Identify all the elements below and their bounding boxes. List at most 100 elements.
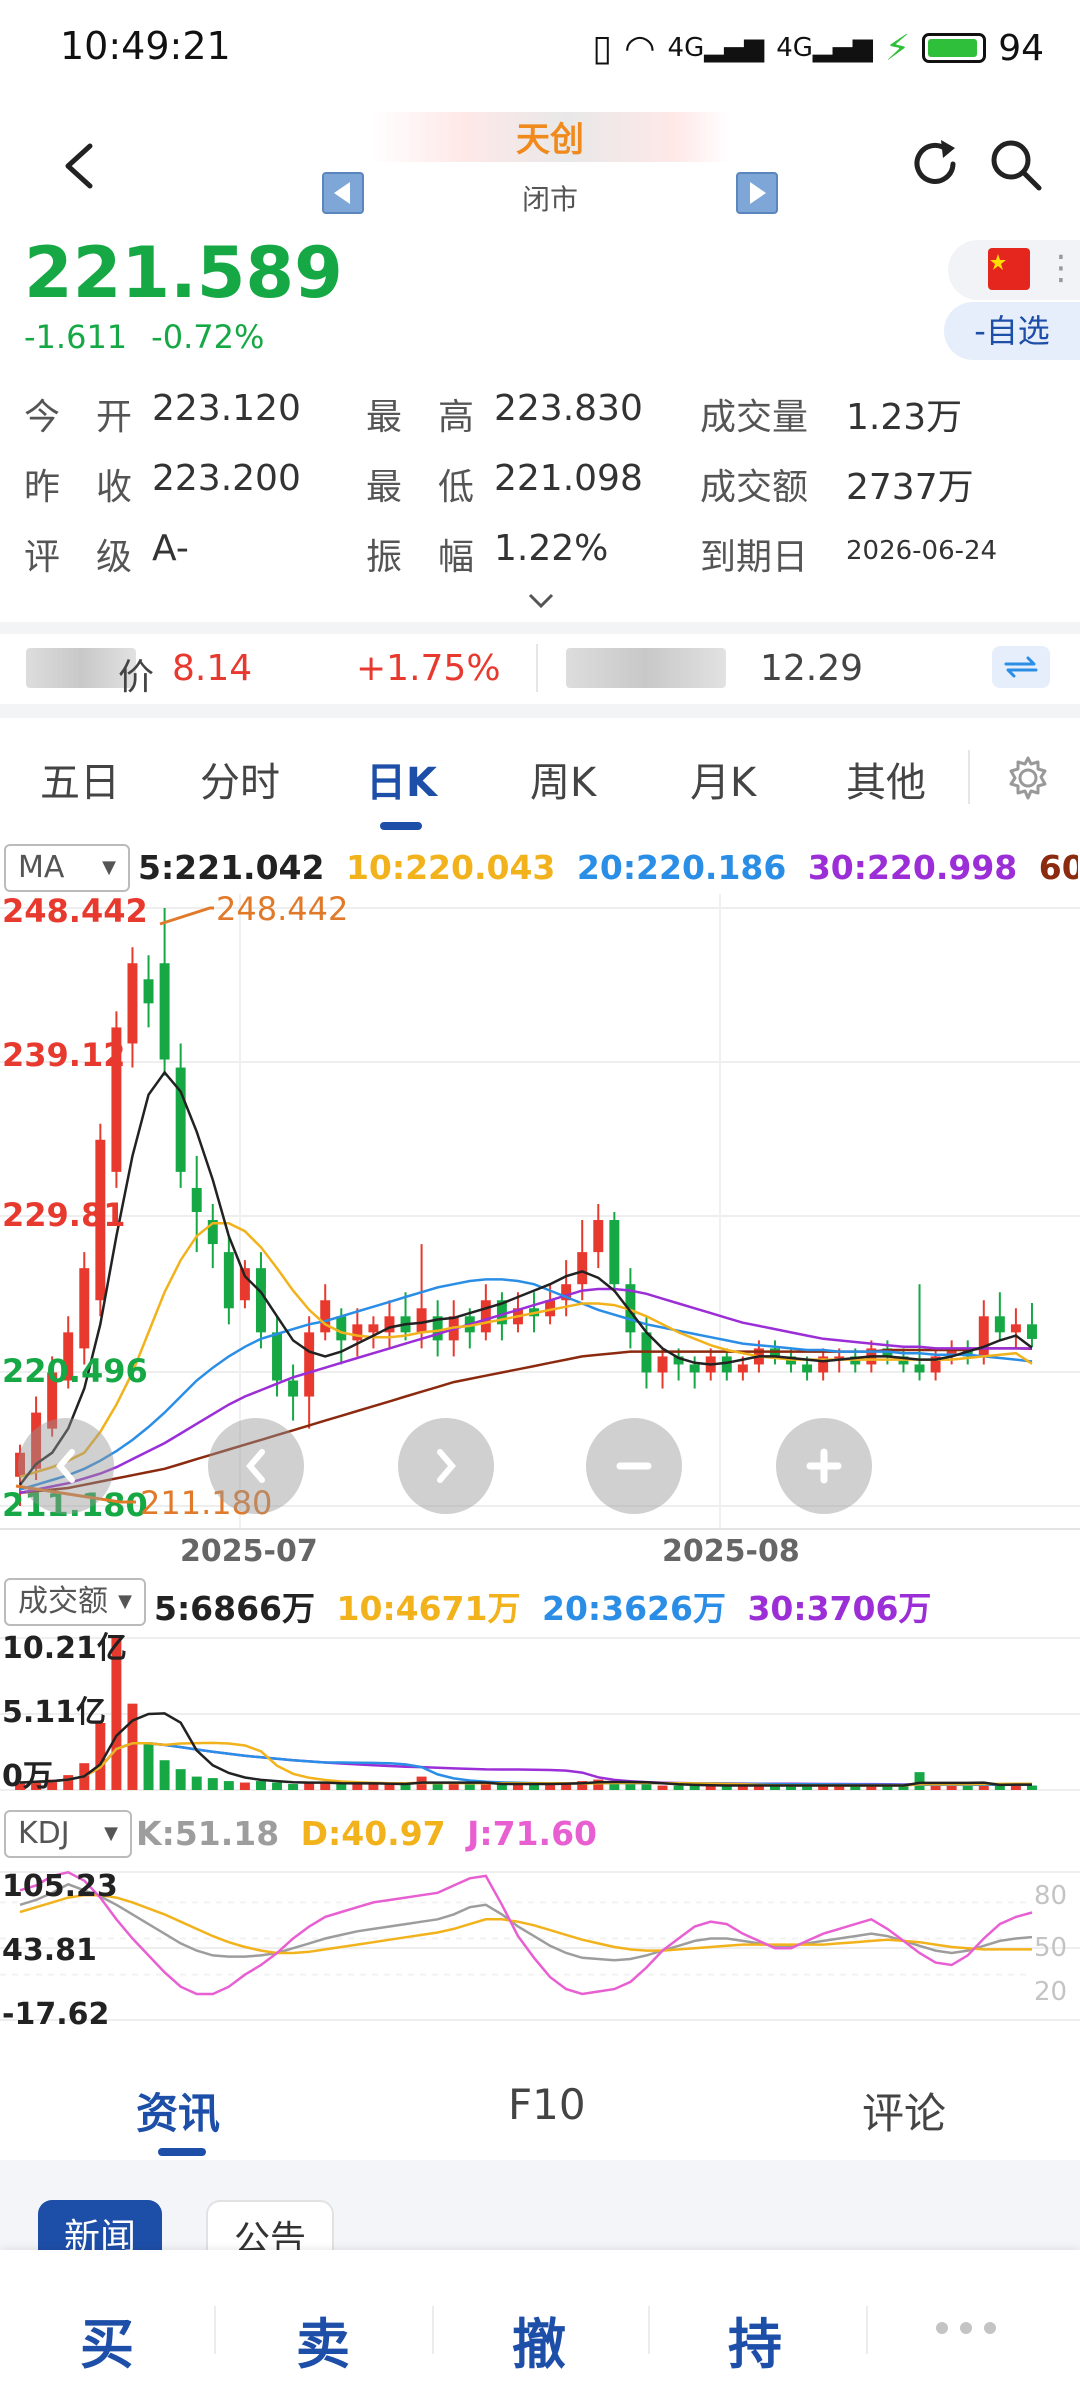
candle-body	[480, 1300, 491, 1333]
kdj-chart[interactable]: 105.23 43.81 -17.62 80 50 20	[0, 1860, 1080, 2036]
candle-body	[978, 1316, 989, 1357]
minus-icon	[616, 1462, 652, 1470]
kdj-ref-label: 80	[1034, 1881, 1067, 1911]
vol-ma10-legend: 10:4671万	[336, 1589, 521, 1628]
candle-body	[689, 1364, 700, 1373]
candle-body	[255, 1268, 266, 1333]
zoom-in-button[interactable]	[776, 1418, 872, 1514]
sell-button[interactable]: 卖	[296, 2300, 350, 2379]
stat-value: 1.23万	[846, 397, 963, 438]
cancel-order-button[interactable]: 撤	[512, 2300, 566, 2379]
scroll-left-button[interactable]	[18, 1418, 114, 1514]
price-axis-label: 239.12	[2, 1036, 125, 1074]
ma30-legend: 30:220.998	[807, 848, 1018, 887]
buy-button[interactable]: 买	[80, 2300, 134, 2379]
tab-other[interactable]: 其他	[846, 750, 926, 808]
price-change: -1.611 -0.72%	[24, 318, 264, 356]
tab-news-info[interactable]: 资讯	[136, 2080, 220, 2141]
tab-daily-k[interactable]: 日K	[366, 750, 437, 808]
date-tick: 2025-07	[180, 1534, 318, 1569]
more-vertical-icon[interactable]: ⋮	[1044, 248, 1078, 288]
stats-row: 昨 收 223.200 最 低 221.098 成交额 2737万	[24, 458, 1064, 528]
remove-favorite-button[interactable]: -自选	[944, 302, 1080, 360]
vol-ma5-legend: 5:6866万	[154, 1589, 316, 1628]
last-price: 221.589	[24, 232, 343, 314]
status-time: 10:49:21	[60, 24, 231, 68]
pan-right-button[interactable]	[398, 1418, 494, 1514]
switch-ticker-button[interactable]	[992, 646, 1050, 688]
divider	[0, 704, 1080, 718]
volume-bar	[63, 1775, 74, 1790]
tab-f10[interactable]: F10	[508, 2080, 586, 2129]
gear-icon[interactable]	[1000, 750, 1056, 806]
candle-body	[223, 1252, 234, 1309]
candle-body	[1026, 1324, 1037, 1339]
stats-row: 今 开 223.120 最 高 223.830 成交量 1.23万	[24, 388, 1064, 458]
ticker-sep	[536, 644, 538, 692]
more-actions-icon[interactable]	[936, 2322, 996, 2334]
volume-bar	[239, 1782, 250, 1790]
volume-bar	[288, 1784, 299, 1790]
kdj-j-line	[19, 1870, 1033, 1996]
next-stock-button[interactable]	[736, 172, 778, 214]
kdj-d-legend: D:40.97	[300, 1814, 446, 1853]
stat-value: 221.098	[494, 458, 643, 499]
kdj-select-label: KDJ	[18, 1816, 70, 1851]
volume-indicator-select[interactable]: 成交额 ▼	[4, 1578, 146, 1626]
ma60-line	[19, 1347, 1033, 1495]
volume-axis-label: 10.21亿	[2, 1631, 127, 1666]
tab-weekly-k[interactable]: 周K	[530, 750, 596, 808]
vibrate-icon: ▯	[592, 27, 613, 69]
volume-bar	[159, 1760, 170, 1790]
stat-value: 1.22%	[494, 528, 609, 569]
stat-value: 2026-06-24	[846, 536, 998, 566]
battery-percent: 94	[998, 27, 1044, 69]
candle-body	[1010, 1324, 1021, 1333]
volume-chart[interactable]: 10.21亿 5.11亿 0万	[0, 1628, 1080, 1800]
kdj-ref-label: 20	[1034, 1977, 1067, 2007]
refresh-icon[interactable]	[905, 134, 965, 194]
ticker-right-value: 12.29	[760, 648, 864, 689]
candlestick-chart[interactable]: 248.442 239.12 229.81 220.496 211.180 24…	[0, 894, 1080, 1534]
volume-bar	[255, 1781, 266, 1790]
change-value: -1.611	[24, 318, 128, 356]
tab-comments[interactable]: 评论	[862, 2080, 946, 2141]
volume-bar	[962, 1785, 973, 1790]
plus-icon	[806, 1448, 842, 1484]
tab-five-day[interactable]: 五日	[40, 750, 120, 808]
ma5-legend: 5:221.042	[138, 848, 325, 887]
prev-stock-button[interactable]	[322, 172, 364, 214]
tab-intraday[interactable]: 分时	[200, 750, 280, 808]
stat-value: 223.120	[152, 388, 301, 429]
ma-select-label: MA	[18, 850, 65, 885]
volume-bar	[352, 1784, 363, 1790]
volume-bar	[432, 1784, 443, 1790]
stat-label: 成交额	[700, 467, 809, 508]
expand-chevron-icon[interactable]	[526, 590, 556, 612]
kdj-indicator-select[interactable]: KDJ ▼	[4, 1810, 132, 1858]
candle-body	[159, 963, 170, 1060]
change-percent: -0.72%	[151, 318, 265, 356]
back-icon[interactable]	[50, 136, 110, 196]
volume-bar	[223, 1781, 234, 1790]
swap-icon	[1004, 656, 1038, 678]
zoom-out-button[interactable]	[586, 1418, 682, 1514]
volume-bar	[930, 1785, 941, 1790]
tab-monthly-k[interactable]: 月K	[690, 750, 756, 808]
kdj-j-legend: J:71.60	[467, 1814, 597, 1853]
holdings-button[interactable]: 持	[728, 2300, 782, 2379]
volume-bar	[673, 1785, 684, 1790]
volume-bar	[641, 1784, 652, 1790]
vol-ma30-legend: 30:3706万	[747, 1589, 932, 1628]
ma-indicator-select[interactable]: MA ▼	[4, 844, 130, 892]
market-status: 闭市	[521, 183, 578, 216]
search-icon[interactable]	[985, 134, 1047, 196]
volume-axis-label: 5.11亿	[2, 1695, 106, 1730]
price-axis-label: 220.496	[2, 1352, 148, 1390]
stock-name: 天创	[370, 112, 730, 162]
stat-value: 223.830	[494, 388, 643, 429]
pan-left-button[interactable]	[208, 1418, 304, 1514]
ma30-line	[19, 1287, 1032, 1495]
battery-fill	[928, 39, 978, 57]
status-bar: 10:49:21 ▯ ◠ 4G▂▄▆ 4G▂▄▆ ⚡ 94	[0, 0, 1080, 96]
